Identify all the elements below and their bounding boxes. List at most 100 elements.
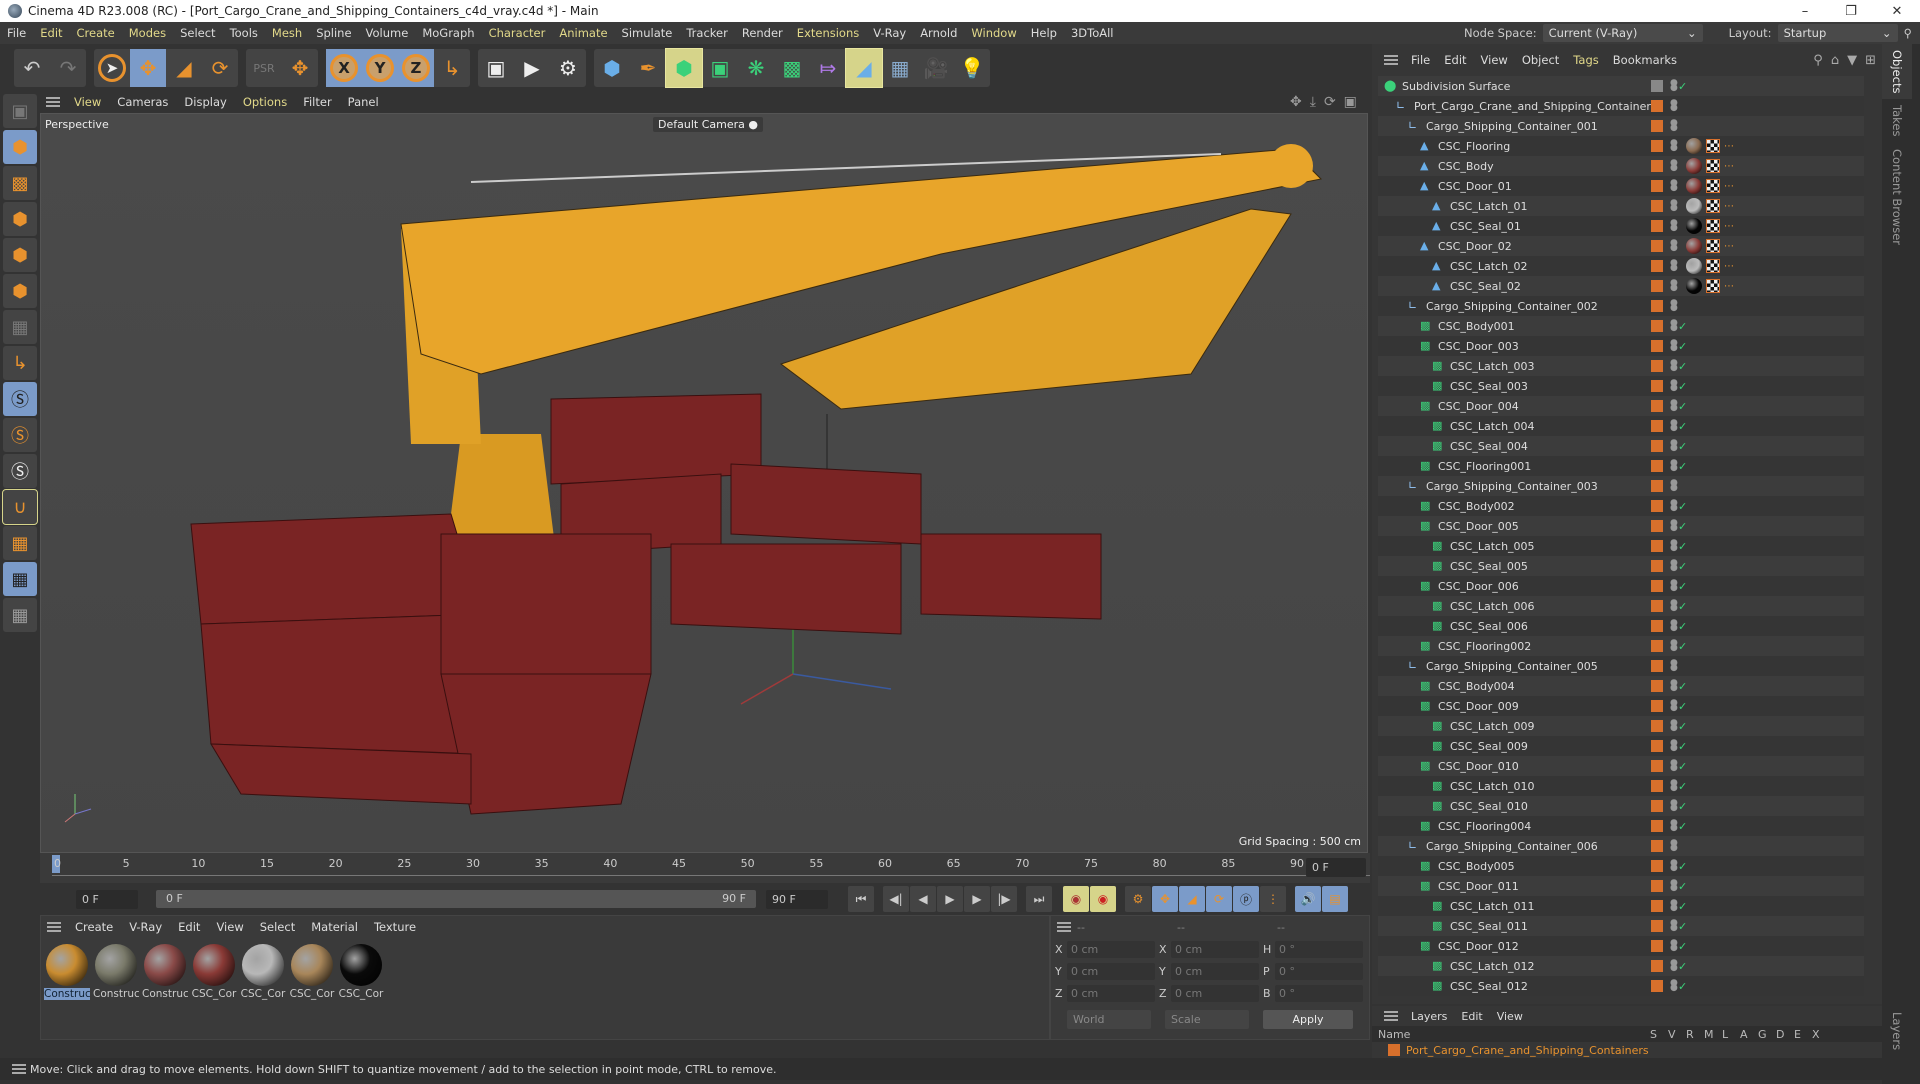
- select-tool-icon[interactable]: ➤: [94, 49, 130, 87]
- layer-color-swatch[interactable]: [1651, 580, 1663, 592]
- layer-column-header[interactable]: V: [1668, 1028, 1686, 1041]
- viewport-menu-panel[interactable]: Panel: [340, 95, 387, 109]
- coord-menu-icon[interactable]: [1057, 922, 1071, 932]
- layer-row[interactable]: Port_Cargo_Crane_and_Shipping_Containers: [1372, 1042, 1882, 1058]
- uvw-tag-icon[interactable]: [1706, 279, 1720, 293]
- layer-color-swatch[interactable]: [1651, 360, 1663, 372]
- object-row[interactable]: ▩ CSC_Flooring002 ● ● ✓: [1378, 636, 1864, 656]
- uvw-tag-icon[interactable]: [1706, 179, 1720, 193]
- layer-color-swatch[interactable]: [1651, 420, 1663, 432]
- enabled-check-icon[interactable]: ✓: [1678, 540, 1687, 553]
- enabled-check-icon[interactable]: ✓: [1678, 560, 1687, 573]
- x-axis-lock-icon[interactable]: X: [326, 49, 362, 87]
- vertex-tag-icon[interactable]: ⋯: [1724, 141, 1734, 152]
- field-icon[interactable]: ◢: [845, 48, 883, 88]
- make-editable-icon[interactable]: ▣: [3, 94, 37, 128]
- render-picture-viewer-icon[interactable]: ▶: [514, 49, 550, 87]
- menu-character[interactable]: Character: [482, 26, 553, 40]
- go-to-end-icon[interactable]: ⏭: [1026, 886, 1052, 912]
- object-row[interactable]: ▩ CSC_Door_005 ● ● ✓: [1378, 516, 1864, 536]
- layer-color-swatch[interactable]: [1651, 560, 1663, 572]
- layer-color-swatch[interactable]: [1651, 100, 1663, 112]
- key-scale-icon[interactable]: ◢: [1179, 886, 1205, 912]
- layer-color-swatch[interactable]: [1651, 780, 1663, 792]
- menu-edit[interactable]: Edit: [33, 26, 69, 40]
- layer-column-header[interactable]: S: [1650, 1028, 1668, 1041]
- layer-color-swatch[interactable]: [1651, 320, 1663, 332]
- prev-frame-icon[interactable]: ◀: [910, 886, 936, 912]
- tab-takes[interactable]: Takes: [1882, 99, 1912, 143]
- close-icon[interactable]: ✕: [1874, 4, 1920, 19]
- menu-3dtoall[interactable]: 3DToAll: [1064, 26, 1121, 40]
- floor-icon[interactable]: ▦: [882, 49, 918, 87]
- polygons-mode-icon[interactable]: ⬢: [3, 274, 37, 308]
- menu-window[interactable]: Window: [964, 26, 1023, 40]
- visibility-dots-icon[interactable]: ● ●: [1670, 659, 1678, 673]
- object-row[interactable]: ∟ Cargo_Shipping_Container_001 ● ●: [1378, 116, 1864, 136]
- timeline-ruler[interactable]: 0 5 10 15 20 25 30 35 40 45 50 55 60 65 70 75 80 85 90 0 F: [40, 853, 1370, 883]
- tab-content-browser[interactable]: Content Browser: [1882, 143, 1912, 251]
- layer-color-swatch[interactable]: [1651, 680, 1663, 692]
- rotate-tool-icon[interactable]: ⟳: [202, 49, 238, 87]
- layer-menu-edit[interactable]: Edit: [1454, 1010, 1489, 1023]
- viewport-menu-view[interactable]: View: [66, 95, 109, 109]
- enabled-check-icon[interactable]: ✓: [1678, 400, 1687, 413]
- visibility-dots-icon[interactable]: ● ●: [1670, 519, 1678, 533]
- new-window-icon[interactable]: ⊞: [1865, 53, 1876, 68]
- menu-simulate[interactable]: Simulate: [615, 26, 680, 40]
- layer-color-swatch[interactable]: [1651, 800, 1663, 812]
- enabled-check-icon[interactable]: ✓: [1678, 960, 1687, 973]
- menu-extensions[interactable]: Extensions: [790, 26, 866, 40]
- subdivision-surface-icon[interactable]: ⬢: [665, 48, 703, 88]
- visibility-dots-icon[interactable]: ● ●: [1670, 719, 1678, 733]
- visibility-dots-icon[interactable]: ● ●: [1670, 159, 1678, 173]
- enabled-check-icon[interactable]: ✓: [1678, 620, 1687, 633]
- menu-help[interactable]: Help: [1024, 26, 1064, 40]
- layer-color-swatch[interactable]: [1651, 260, 1663, 272]
- layer-color-swatch[interactable]: [1651, 720, 1663, 732]
- go-to-start-icon[interactable]: ⏮: [848, 886, 874, 912]
- material-tag-icon[interactable]: [1686, 258, 1702, 274]
- material-swatch[interactable]: Construc: [142, 942, 188, 1000]
- visibility-dots-icon[interactable]: ● ●: [1670, 739, 1678, 753]
- camera-icon[interactable]: 🎥: [918, 49, 954, 87]
- layer-color-swatch[interactable]: [1388, 1044, 1400, 1056]
- material-menu-v-ray[interactable]: V-Ray: [121, 920, 170, 934]
- next-frame-icon[interactable]: ▶: [964, 886, 990, 912]
- object-row[interactable]: ▩ CSC_Latch_006 ● ● ✓: [1378, 596, 1864, 616]
- object-row[interactable]: ∟ Cargo_Shipping_Container_003 ● ●: [1378, 476, 1864, 496]
- object-row[interactable]: ▩ CSC_Body005 ● ● ✓: [1378, 856, 1864, 876]
- visibility-dots-icon[interactable]: ● ●: [1670, 499, 1678, 513]
- object-row[interactable]: ▩ CSC_Seal_011 ● ● ✓: [1378, 916, 1864, 936]
- visibility-dots-icon[interactable]: ● ●: [1670, 899, 1678, 913]
- enabled-check-icon[interactable]: ✓: [1678, 820, 1687, 833]
- enabled-check-icon[interactable]: ✓: [1678, 700, 1687, 713]
- visibility-dots-icon[interactable]: ● ●: [1670, 379, 1678, 393]
- uvw-tag-icon[interactable]: [1706, 159, 1720, 173]
- menu-volume[interactable]: Volume: [359, 26, 416, 40]
- menu-mograph[interactable]: MoGraph: [415, 26, 481, 40]
- enabled-check-icon[interactable]: ✓: [1678, 740, 1687, 753]
- deformer-icon[interactable]: ⤇: [810, 49, 846, 87]
- visibility-dots-icon[interactable]: ● ●: [1670, 879, 1678, 893]
- workplane-rotate-icon[interactable]: ▦: [3, 598, 37, 632]
- rotation-field[interactable]: 0 °: [1275, 984, 1363, 1002]
- object-menu-icon[interactable]: [1384, 55, 1398, 65]
- object-row[interactable]: ▩ CSC_Seal_003 ● ● ✓: [1378, 376, 1864, 396]
- material-tag-icon[interactable]: [1686, 178, 1702, 194]
- points-mode-icon[interactable]: ⬢: [3, 202, 37, 236]
- scale-field[interactable]: 0 cm: [1171, 984, 1259, 1002]
- visibility-dots-icon[interactable]: ● ●: [1670, 79, 1678, 93]
- visibility-dots-icon[interactable]: ● ●: [1670, 559, 1678, 573]
- status-menu-icon[interactable]: [12, 1064, 26, 1074]
- search-icon[interactable]: ⚲: [1904, 26, 1912, 40]
- material-tag-icon[interactable]: [1686, 138, 1702, 154]
- visibility-dots-icon[interactable]: ● ●: [1670, 459, 1678, 473]
- layer-column-header[interactable]: G: [1758, 1028, 1776, 1041]
- object-row[interactable]: ▩ CSC_Latch_010 ● ● ✓: [1378, 776, 1864, 796]
- layer-color-swatch[interactable]: [1651, 240, 1663, 252]
- layer-color-swatch[interactable]: [1651, 480, 1663, 492]
- visibility-dots-icon[interactable]: ● ●: [1670, 859, 1678, 873]
- enabled-check-icon[interactable]: ✓: [1678, 920, 1687, 933]
- layer-color-swatch[interactable]: [1651, 200, 1663, 212]
